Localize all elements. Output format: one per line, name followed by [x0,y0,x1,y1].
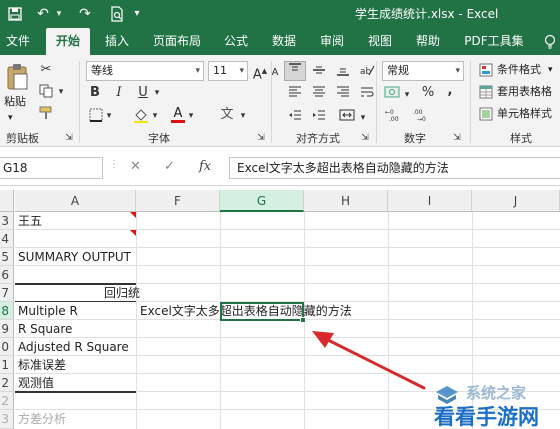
watermark-bottom-text: 看看手游网 [434,405,539,429]
watermark: 系统之家 看看手游网 [432,382,560,429]
watermark-top-text: 系统之家 [466,384,527,402]
annotation-arrow [312,331,426,390]
